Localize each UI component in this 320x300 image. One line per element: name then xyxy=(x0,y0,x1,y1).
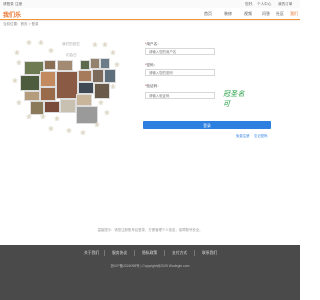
nav-item-us[interactable]: 我们 xyxy=(290,11,298,17)
photo xyxy=(44,60,56,70)
cat-icon: ❀ xyxy=(102,42,108,49)
cat-icon: ❀ xyxy=(110,84,116,91)
photo xyxy=(60,99,76,113)
heart-caption-bottom: 约会日 xyxy=(66,53,77,57)
photo xyxy=(57,60,73,71)
footer-divider xyxy=(194,250,195,256)
password-input[interactable] xyxy=(145,69,215,76)
cat-icon: ❀ xyxy=(16,60,22,67)
nav-item-qa[interactable]: 问答 xyxy=(262,11,270,17)
photo xyxy=(94,83,110,99)
footer-notice: 温馨提示：请您注册账号后登录，方便管理个人信息，保障账号安全。 xyxy=(97,228,203,232)
username-label: *用户名： xyxy=(145,42,161,46)
photo xyxy=(40,71,56,87)
copyright-text: 浙ICP备2024098号 | Copyright@2025 Wodegin.c… xyxy=(110,264,190,268)
login-button[interactable]: 登录 xyxy=(143,121,271,129)
register-link[interactable]: 免费注册 xyxy=(236,133,250,138)
cat-icon: ❀ xyxy=(40,114,46,121)
footer-link-agreement[interactable]: 服务协议 xyxy=(112,251,127,256)
cat-icon: ❀ xyxy=(114,62,120,69)
captcha-input[interactable] xyxy=(145,92,215,99)
photo xyxy=(78,70,92,82)
nav-item-home[interactable]: 首页 xyxy=(204,11,212,17)
register-top-link[interactable]: 注册 xyxy=(15,2,22,7)
footer-link-contact[interactable]: 联系我们 xyxy=(202,251,217,256)
photo xyxy=(92,69,104,83)
photo xyxy=(76,94,92,106)
forgot-password-link[interactable]: 忘记密码 xyxy=(254,133,268,138)
captcha-image[interactable]: 冠圣名可 xyxy=(223,89,250,108)
cat-icon: ❀ xyxy=(110,50,116,57)
photo xyxy=(90,58,100,69)
footer-link-about[interactable]: 关于我们 xyxy=(84,251,99,256)
cat-icon: ❀ xyxy=(16,100,22,107)
cat-icon: ❀ xyxy=(94,122,100,129)
header-divider xyxy=(0,19,300,20)
user-center-link[interactable]: 个人中心 xyxy=(257,2,271,7)
cat-icon: ❀ xyxy=(66,128,72,135)
username-input[interactable] xyxy=(145,48,215,55)
nav-item-community[interactable]: 社区 xyxy=(276,11,284,17)
cat-icon: ❀ xyxy=(26,114,32,121)
cat-icon: ❀ xyxy=(14,50,20,57)
footer-link-payment[interactable]: 支付方式 xyxy=(172,251,187,256)
nav-item-video[interactable]: 视频 xyxy=(244,11,252,17)
footer-divider xyxy=(134,250,135,256)
captcha-label: *验证码： xyxy=(145,84,161,88)
password-label: *密码： xyxy=(145,63,158,67)
photo xyxy=(80,60,90,70)
orders-link[interactable]: 我的订单 xyxy=(278,2,292,7)
photo xyxy=(44,101,60,113)
breadcrumb: 当前位置：首页 > 登录 xyxy=(3,22,39,26)
login-link[interactable]: 请登录 xyxy=(3,2,14,7)
nav-item-decoration[interactable]: 装修 xyxy=(224,11,232,17)
heart-caption-top: 我们的回忆 xyxy=(62,42,80,46)
site-logo[interactable]: 我们乐 xyxy=(3,10,21,19)
greeting-text: 您好, xyxy=(245,1,254,6)
photo xyxy=(40,87,56,101)
heart-photo-collage: ❀ ❀ 我们的回忆 约会日 ❀ ❀ ❀ ❀ ❀ ❀ ❀ ❀ ❀ ❀ ❀ ❀ ❀ … xyxy=(10,38,122,138)
cat-icon: ❀ xyxy=(54,116,60,123)
cat-icon: ❀ xyxy=(104,110,110,117)
cat-icon: ❀ xyxy=(12,78,18,85)
cat-icon: ❀ xyxy=(48,126,54,133)
photo xyxy=(24,91,40,101)
cat-icon: ❀ xyxy=(98,100,104,107)
footer-divider xyxy=(164,250,165,256)
cat-icon: ❀ xyxy=(92,42,98,49)
photo xyxy=(100,58,110,69)
cat-icon: ❀ xyxy=(26,40,32,47)
photo xyxy=(78,82,94,94)
footer-divider xyxy=(104,250,105,256)
top-bar: 请登录 注册 您好, 个人中心 我的订单 xyxy=(0,0,300,8)
photo xyxy=(30,101,44,115)
photo xyxy=(104,69,116,83)
cat-icon: ❀ xyxy=(48,48,54,55)
footer-link-privacy[interactable]: 隐私政策 xyxy=(142,251,157,256)
site-footer: 关于我们 服务协议 隐私政策 支付方式 联系我们 浙ICP备2024098号 |… xyxy=(0,245,300,300)
cat-icon: ❀ xyxy=(80,130,86,137)
photo xyxy=(56,71,78,99)
photo xyxy=(20,75,40,91)
cat-icon: ❀ xyxy=(38,40,44,47)
